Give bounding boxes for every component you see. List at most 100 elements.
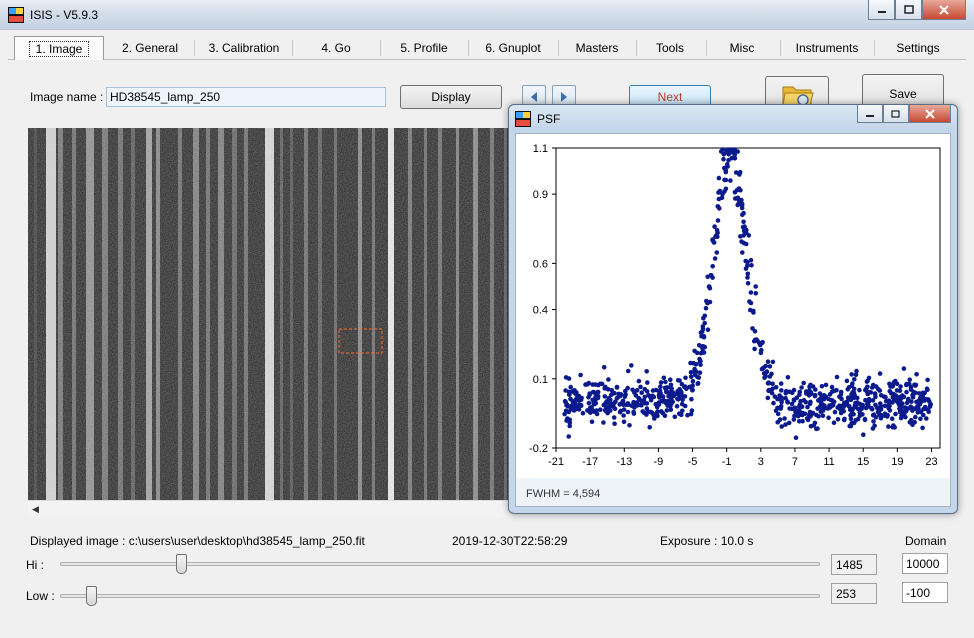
image-name-input[interactable] xyxy=(106,87,386,107)
psf-data-point xyxy=(594,408,599,413)
psf-data-point xyxy=(627,423,632,428)
psf-data-point xyxy=(913,414,918,420)
psf-data-point xyxy=(698,358,703,364)
psf-title-bar[interactable]: PSF xyxy=(509,105,957,131)
arrow-left-icon xyxy=(531,92,537,102)
psf-data-point xyxy=(837,394,842,400)
psf-data-point xyxy=(562,411,567,417)
psf-data-point xyxy=(630,387,635,393)
psf-data-point xyxy=(848,412,854,418)
image-datetime: 2019-12-30T22:58:29 xyxy=(452,534,568,548)
psf-data-point xyxy=(890,424,895,430)
psf-data-point xyxy=(785,375,791,380)
tab-tools[interactable]: Tools xyxy=(640,38,700,58)
maximize-icon xyxy=(903,4,914,14)
psf-data-point xyxy=(817,391,823,396)
psf-data-point xyxy=(710,275,715,280)
psf-data-point xyxy=(741,219,746,225)
tab-go[interactable]: 4. Go xyxy=(296,38,376,58)
psf-data-point xyxy=(904,389,909,395)
psf-data-point xyxy=(691,360,696,366)
psf-data-point xyxy=(750,326,755,331)
psf-close-button[interactable] xyxy=(909,105,951,123)
psf-data-point xyxy=(631,411,637,416)
psf-data-point xyxy=(695,381,700,386)
psf-data-point xyxy=(688,370,694,375)
displayed-image-path: Displayed image : c:\users\user\desktop\… xyxy=(30,534,365,548)
low-slider-track[interactable] xyxy=(60,594,820,598)
psf-maximize-button[interactable] xyxy=(883,105,909,123)
psf-data-point xyxy=(894,381,900,387)
psf-data-point xyxy=(820,413,826,419)
psf-data-point xyxy=(815,426,820,431)
psf-data-point xyxy=(904,381,909,387)
psf-data-point xyxy=(636,378,642,384)
psf-data-point xyxy=(688,374,694,380)
psf-data-point xyxy=(913,382,919,388)
psf-data-point xyxy=(655,413,660,419)
tab-masters[interactable]: Masters xyxy=(562,38,632,58)
tab-general[interactable]: 2. General xyxy=(108,38,192,58)
domain-label: Domain xyxy=(905,534,947,548)
spectrum-image-viewer[interactable] xyxy=(28,128,512,500)
image-horizontal-scrollbar[interactable]: ◀ xyxy=(28,500,512,517)
psf-data-point xyxy=(752,346,757,352)
psf-data-point xyxy=(678,412,684,418)
exposure-label: Exposure : 10.0 s xyxy=(660,534,754,548)
tab-profile[interactable]: 5. Profile xyxy=(384,38,464,58)
psf-data-point xyxy=(819,384,825,389)
y-tick-label: 0.6 xyxy=(533,258,548,270)
low-slider-thumb[interactable] xyxy=(86,586,97,606)
psf-data-point xyxy=(626,402,631,408)
tab-label: 1. Image xyxy=(28,41,90,57)
psf-data-point xyxy=(805,404,810,410)
tab-settings[interactable]: Settings xyxy=(878,38,958,58)
psf-data-point xyxy=(753,291,759,296)
hi-slider-thumb[interactable] xyxy=(176,554,187,574)
psf-footer: FWHM = 4,594 xyxy=(516,478,950,506)
close-button[interactable] xyxy=(922,0,966,20)
psf-minimize-button[interactable] xyxy=(857,105,883,123)
tab-instruments[interactable]: Instruments xyxy=(784,38,870,58)
psf-data-point xyxy=(723,177,729,183)
psf-data-point xyxy=(855,416,861,422)
psf-data-point xyxy=(751,338,757,344)
psf-data-point xyxy=(850,390,855,395)
psf-data-point xyxy=(775,420,780,425)
tab-image[interactable]: 1. Image xyxy=(14,36,104,60)
psf-data-point xyxy=(682,403,688,409)
domain-low-input[interactable] xyxy=(902,582,948,603)
psf-data-point xyxy=(925,377,930,383)
psf-window-controls xyxy=(857,105,951,123)
psf-data-point xyxy=(849,372,854,377)
tab-gnuplot[interactable]: 6. Gnuplot xyxy=(472,38,554,58)
psf-data-point xyxy=(924,386,930,391)
x-tick-label: 19 xyxy=(891,456,903,468)
psf-data-point xyxy=(887,389,893,394)
psf-data-point xyxy=(882,403,888,409)
psf-data-point xyxy=(848,423,854,429)
maximize-button[interactable] xyxy=(895,0,922,20)
minimize-button[interactable] xyxy=(868,0,895,20)
psf-data-point xyxy=(621,419,627,425)
psf-data-point xyxy=(915,407,920,413)
psf-data-point xyxy=(685,412,690,418)
y-tick-label: -0.2 xyxy=(529,443,548,455)
psf-data-point xyxy=(735,149,740,154)
x-tick-label: 7 xyxy=(792,456,798,468)
display-button[interactable]: Display xyxy=(400,85,502,109)
hi-slider-track[interactable] xyxy=(60,562,820,566)
domain-hi-input[interactable] xyxy=(902,553,948,574)
psf-data-point xyxy=(644,412,649,417)
psf-data-point xyxy=(886,424,891,429)
tab-calibration[interactable]: 3. Calibration xyxy=(198,38,290,58)
psf-data-point xyxy=(656,402,662,407)
psf-data-point xyxy=(783,388,789,394)
psf-data-point xyxy=(844,378,850,384)
psf-data-point xyxy=(683,375,688,381)
tab-misc[interactable]: Misc xyxy=(710,38,774,58)
psf-data-point xyxy=(800,410,805,416)
psf-data-point xyxy=(674,404,680,409)
psf-data-point xyxy=(748,290,754,295)
psf-data-point xyxy=(878,393,884,398)
